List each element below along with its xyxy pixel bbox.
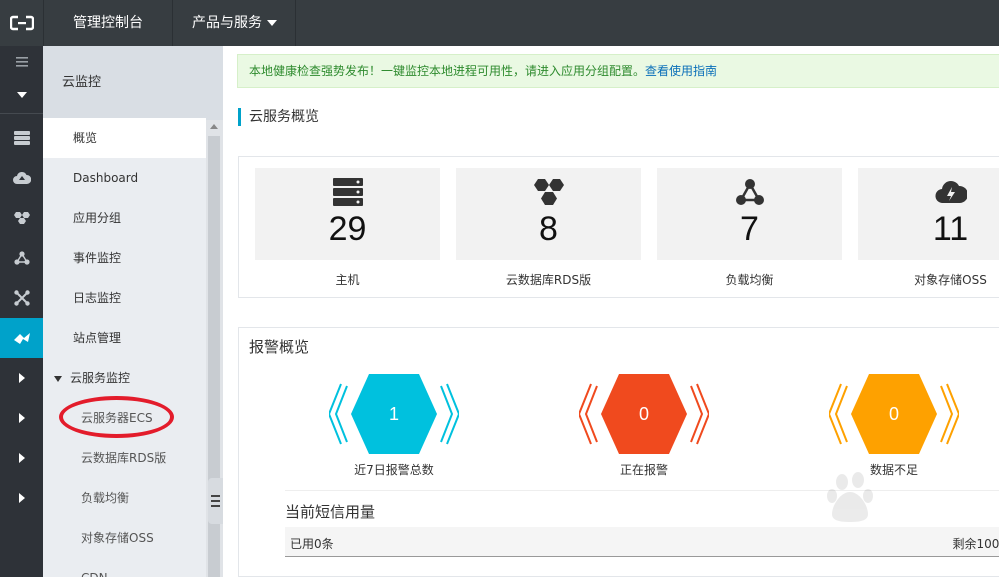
cloud-monitor-nav-icon[interactable] xyxy=(0,318,43,358)
alarm-active-label: 正在报警 xyxy=(619,463,668,477)
console-nav-link[interactable]: 管理控制台 xyxy=(43,0,173,46)
iconbar-divider xyxy=(0,113,43,114)
notice-banner: 本地健康检查强势发布！一键监控本地进程可用性，请进入应用分组配置。查看使用指南 xyxy=(237,54,999,88)
sidebar-item-app-groups[interactable]: 应用分组 xyxy=(43,198,206,238)
service-card-hosts[interactable]: 29 xyxy=(255,168,440,260)
sidebar-collapse-handle[interactable] xyxy=(208,478,223,524)
service-overview-panel: 29 主机 8 云数据库RDS版 7 负载均衡 11 对象存储OSS xyxy=(238,156,999,298)
server-nav-icon[interactable] xyxy=(0,118,43,158)
database-icon xyxy=(456,178,641,208)
sidebar-item-overview[interactable]: 概览 xyxy=(43,118,206,158)
usage-guide-link[interactable]: 查看使用指南 xyxy=(645,64,717,78)
network-nav-icon[interactable] xyxy=(0,278,43,318)
oss-count: 11 xyxy=(932,210,969,248)
expand-arrow-icon[interactable] xyxy=(0,478,43,518)
rds-count: 8 xyxy=(539,210,558,248)
sidebar-item-dashboard[interactable]: Dashboard xyxy=(43,158,206,198)
notice-text: 本地健康检查强势发布！一键监控本地进程可用性，请进入应用分组配置。 xyxy=(249,64,646,78)
sidebar-title: 云监控 xyxy=(43,46,223,120)
slb-label: 负载均衡 xyxy=(725,273,774,287)
hosts-count: 29 xyxy=(328,210,367,248)
sidebar-item-ecs[interactable]: 云服务器ECS xyxy=(43,398,206,438)
icon-sidebar xyxy=(0,46,43,577)
collapse-down-icon[interactable] xyxy=(0,78,43,112)
menu-toggle-icon[interactable] xyxy=(0,46,43,78)
caret-down-icon xyxy=(54,375,62,382)
sms-usage-bar: 已用0条 剩余1000条 xyxy=(285,527,999,557)
slb-count: 7 xyxy=(740,210,759,248)
cloud-upload-nav-icon[interactable] xyxy=(0,158,43,198)
alarm-active-value: 0 xyxy=(638,404,649,424)
overview-title: 云服务概览 xyxy=(238,108,319,126)
scroll-up-arrow-icon[interactable] xyxy=(210,124,218,129)
sms-remaining-text: 剩余1000条 xyxy=(952,537,999,551)
products-services-menu[interactable]: 产品与服务 xyxy=(174,0,296,46)
rds-label: 云数据库RDS版 xyxy=(505,273,592,287)
sidebar-item-site-management[interactable]: 站点管理 xyxy=(43,318,206,358)
alarm-total-hexagon[interactable]: 1 xyxy=(327,374,461,454)
database-nav-icon[interactable] xyxy=(0,198,43,238)
sms-used-text: 已用0条 xyxy=(290,537,334,551)
sidebar-item-slb[interactable]: 负载均衡 xyxy=(43,478,206,518)
alarm-insufficient-hexagon[interactable]: 0 xyxy=(827,374,961,454)
collapse-lines-icon xyxy=(211,495,220,507)
load-balancer-nav-icon[interactable] xyxy=(0,238,43,278)
section-divider xyxy=(285,490,999,491)
aliyun-logo-icon[interactable] xyxy=(0,0,43,46)
main-content: 本地健康检查强势发布！一键监控本地进程可用性，请进入应用分组配置。查看使用指南 … xyxy=(223,46,999,577)
sidebar-item-oss[interactable]: 对象存储OSS xyxy=(43,518,206,558)
alarm-overview-panel: 报警概览 1 近7日报警总数 0 正在报警 0 数据不足 当前短信用量 已用0条… xyxy=(238,327,999,577)
service-card-rds[interactable]: 8 xyxy=(456,168,641,260)
alarm-active-hexagon[interactable]: 0 xyxy=(577,374,711,454)
service-card-oss[interactable]: 11 xyxy=(858,168,999,260)
sidebar-item-log-monitor[interactable]: 日志监控 xyxy=(43,278,206,318)
caret-down-icon xyxy=(267,20,277,26)
sidebar-item-event-monitor[interactable]: 事件监控 xyxy=(43,238,206,278)
sidebar-item-rds[interactable]: 云数据库RDS版 xyxy=(43,438,206,478)
expand-arrow-icon[interactable] xyxy=(0,398,43,438)
alarm-overview-title: 报警概览 xyxy=(249,338,310,356)
cloud-storage-icon xyxy=(858,178,999,208)
hosts-label: 主机 xyxy=(335,273,360,287)
alarm-total-label: 近7日报警总数 xyxy=(354,463,434,477)
load-balancer-icon xyxy=(657,178,842,208)
alarm-total-value: 1 xyxy=(388,404,399,424)
sidebar-group-label: 云服务监控 xyxy=(70,371,131,385)
sms-usage-title: 当前短信用量 xyxy=(285,503,376,521)
top-navigation-bar: 管理控制台 产品与服务 xyxy=(0,0,999,46)
product-sidebar: 云监控 概览 Dashboard 应用分组 事件监控 日志监控 站点管理 云服务… xyxy=(43,46,223,577)
sidebar-group-cloud-service-monitor[interactable]: 云服务监控 xyxy=(43,358,206,398)
sidebar-item-cdn[interactable]: CDN xyxy=(43,558,206,577)
expand-arrow-icon[interactable] xyxy=(0,438,43,478)
oss-label: 对象存储OSS xyxy=(914,273,987,287)
products-services-label: 产品与服务 xyxy=(192,15,262,31)
expand-arrow-icon[interactable] xyxy=(0,358,43,398)
alarm-insufficient-value: 0 xyxy=(888,404,899,424)
service-card-slb[interactable]: 7 xyxy=(657,168,842,260)
server-icon xyxy=(255,178,440,208)
alarm-insufficient-label: 数据不足 xyxy=(869,463,918,477)
